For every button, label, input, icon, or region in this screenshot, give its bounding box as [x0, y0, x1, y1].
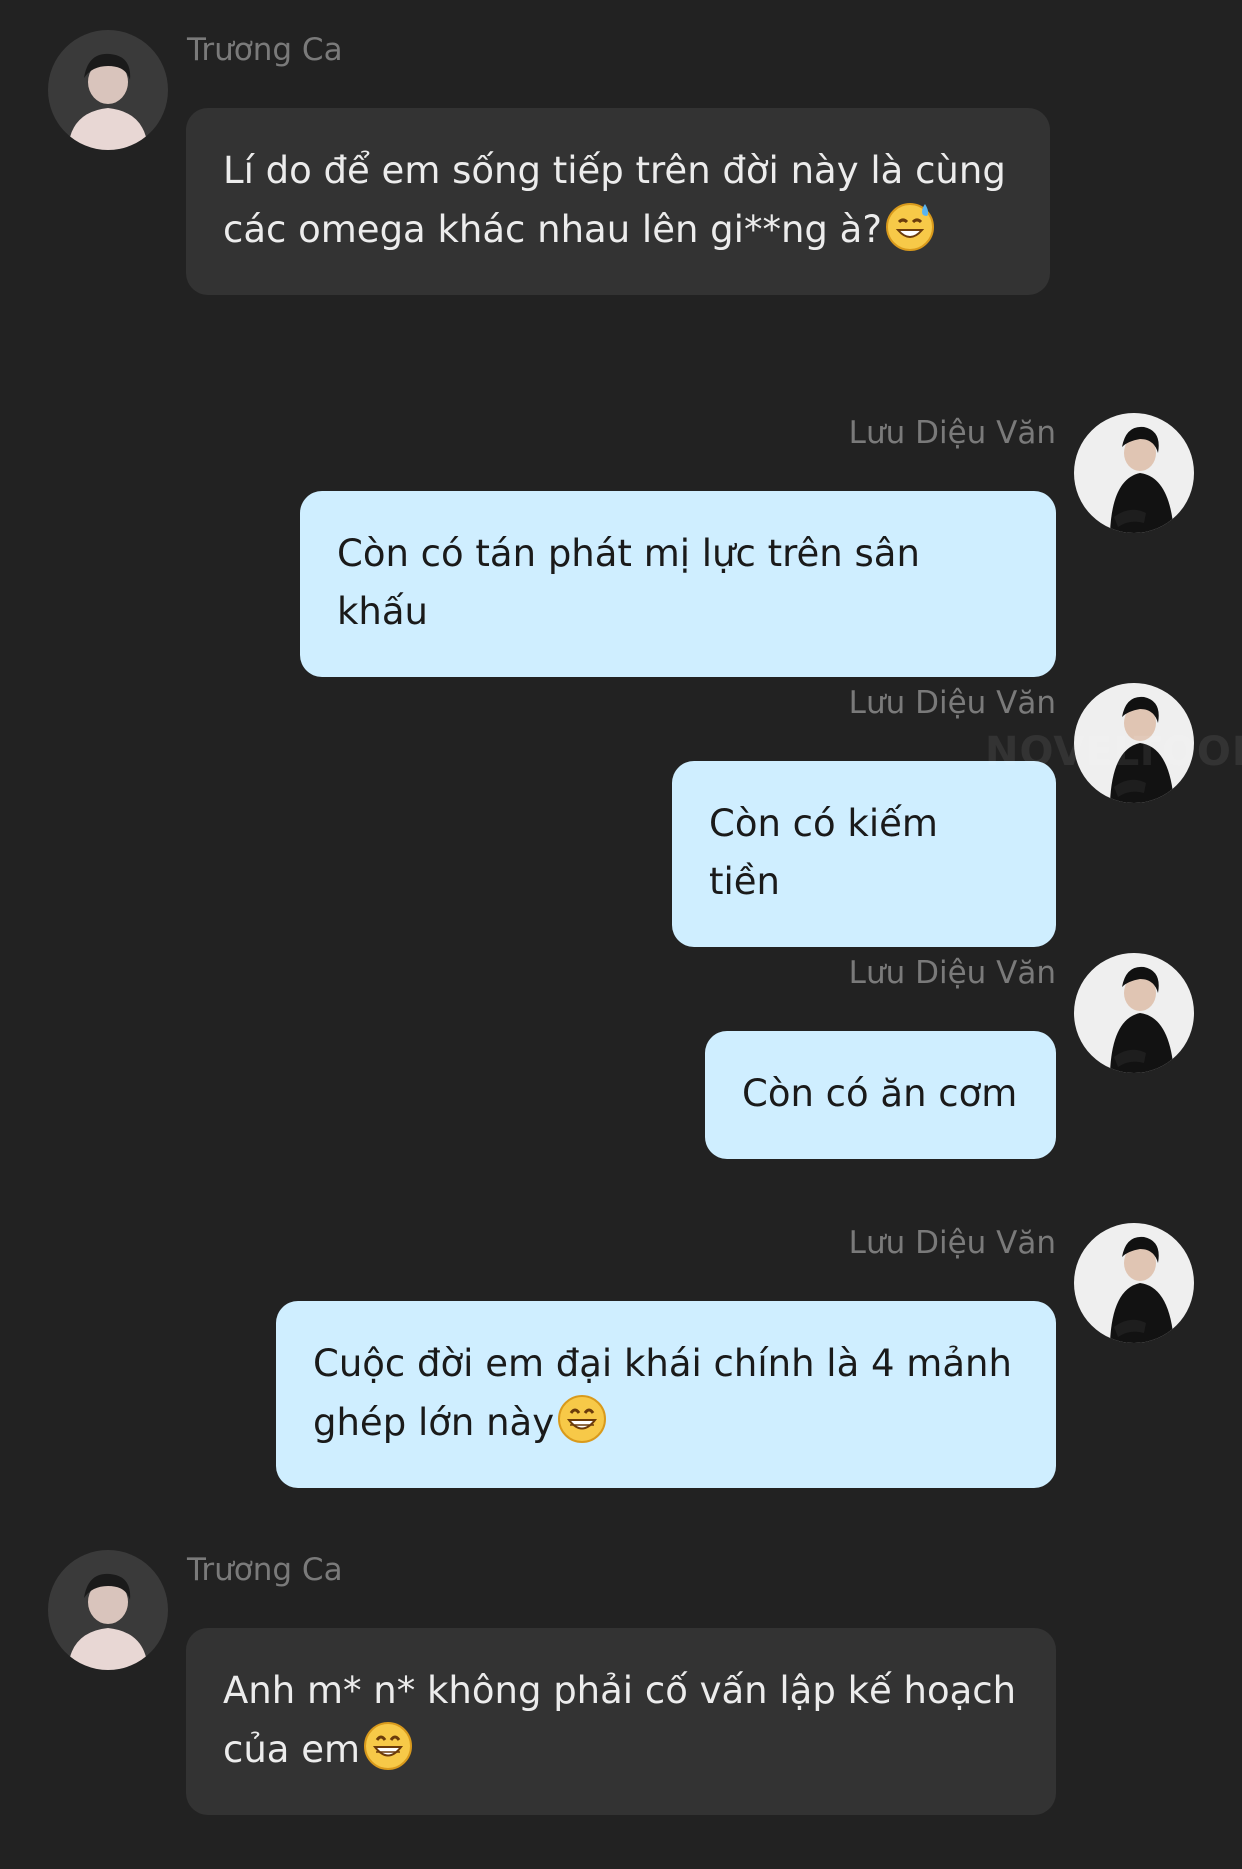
- avatar-luu-dieu-van[interactable]: [1074, 1223, 1194, 1343]
- message-bubble: Anh m* n* không phải cố vấn lập kế hoạch…: [186, 1628, 1056, 1815]
- sender-name: Trương Ca: [187, 1552, 343, 1588]
- watermark: NOVELTOON: [985, 729, 1242, 775]
- avatar-truong-ca[interactable]: [48, 1550, 168, 1670]
- sender-name: Lưu Diệu Văn: [848, 415, 1056, 451]
- sender-name: Lưu Diệu Văn: [848, 685, 1056, 721]
- message-text: Còn có ăn cơm: [742, 1072, 1018, 1115]
- grin-emoji: [362, 1720, 414, 1772]
- grin-emoji: [556, 1393, 608, 1445]
- sender-name: Lưu Diệu Văn: [848, 955, 1056, 991]
- message-text: Anh m* n* không phải cố vấn lập kế hoạch…: [223, 1669, 1017, 1771]
- avatar-luu-dieu-van[interactable]: [1074, 413, 1194, 533]
- message-text: Cuộc đời em đại khái chính là 4 mảnh ghé…: [313, 1342, 1012, 1444]
- message-bubble: Còn có kiếm tiền: [672, 761, 1056, 947]
- sweat-smile-emoji: [884, 200, 936, 252]
- avatar-truong-ca[interactable]: [48, 30, 168, 150]
- avatar-luu-dieu-van[interactable]: [1074, 953, 1194, 1073]
- message-bubble: Lí do để em sống tiếp trên đời này là cù…: [186, 108, 1050, 295]
- message-text: Còn có kiếm tiền: [709, 802, 938, 903]
- message-bubble: Còn có tán phát mị lực trên sân khấu: [300, 491, 1056, 677]
- message-text: Còn có tán phát mị lực trên sân khấu: [337, 532, 920, 633]
- sender-name: Lưu Diệu Văn: [848, 1225, 1056, 1261]
- message-bubble: Còn có ăn cơm: [705, 1031, 1056, 1159]
- sender-name: Trương Ca: [187, 32, 343, 68]
- message-bubble: Cuộc đời em đại khái chính là 4 mảnh ghé…: [276, 1301, 1056, 1488]
